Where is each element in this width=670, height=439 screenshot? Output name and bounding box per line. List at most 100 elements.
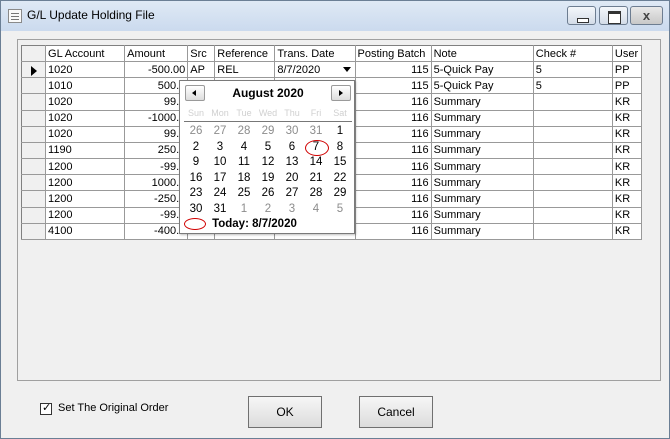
- cell-check-number[interactable]: [533, 93, 613, 111]
- calendar-day[interactable]: 1: [328, 124, 352, 140]
- cell-check-number[interactable]: [533, 190, 613, 208]
- cell-user[interactable]: KR: [612, 110, 643, 127]
- cell-note[interactable]: 5-Quick Pay: [431, 61, 534, 79]
- cell-posting-batch[interactable]: 116: [355, 174, 432, 192]
- calendar-day[interactable]: 31: [208, 202, 232, 218]
- calendar-day[interactable]: 29: [328, 186, 352, 202]
- next-month-button[interactable]: [331, 85, 351, 101]
- cell-posting-batch[interactable]: 116: [355, 126, 432, 143]
- row-selector[interactable]: [21, 77, 47, 95]
- cell-posting-batch[interactable]: 116: [355, 142, 432, 160]
- calendar-day[interactable]: 9: [184, 155, 208, 171]
- row-selector[interactable]: [21, 142, 47, 160]
- calendar-day[interactable]: 2: [256, 202, 280, 218]
- cell-user[interactable]: KR: [612, 126, 643, 143]
- calendar-day[interactable]: 6: [280, 140, 304, 156]
- cell-posting-batch[interactable]: 116: [355, 223, 432, 241]
- col-header-gl-account[interactable]: GL Account: [45, 45, 126, 62]
- calendar-day[interactable]: 5: [328, 202, 352, 218]
- cell-note[interactable]: Summary: [431, 174, 534, 192]
- calendar-day[interactable]: 16: [184, 171, 208, 187]
- cell-user[interactable]: KR: [612, 158, 643, 176]
- cell-user[interactable]: KR: [612, 93, 643, 111]
- cell-user[interactable]: KR: [612, 174, 643, 192]
- calendar-day-selected[interactable]: 7: [304, 139, 329, 155]
- calendar-day[interactable]: 3: [208, 140, 232, 156]
- cell-gl-account[interactable]: 1020: [45, 126, 126, 143]
- calendar-day[interactable]: 24: [208, 186, 232, 202]
- set-original-order-checkbox[interactable]: [40, 401, 52, 415]
- row-selector[interactable]: [21, 110, 47, 127]
- calendar-day[interactable]: 21: [304, 171, 328, 187]
- cell-posting-batch[interactable]: 116: [355, 110, 432, 127]
- cell-posting-batch[interactable]: 115: [355, 77, 432, 95]
- cell-check-number[interactable]: [533, 142, 613, 160]
- cell-check-number[interactable]: [533, 223, 613, 241]
- date-dropdown-button[interactable]: [341, 63, 353, 76]
- calendar-day[interactable]: 4: [232, 140, 256, 156]
- cell-note[interactable]: Summary: [431, 158, 534, 176]
- table-row[interactable]: 1020 -500.00 AP REL 8/7/2020 115 5-Quick Pay 5 P…: [21, 61, 643, 79]
- calendar-day[interactable]: 31: [304, 124, 328, 140]
- cell-check-number[interactable]: 5: [533, 61, 613, 79]
- prev-month-button[interactable]: [185, 85, 205, 101]
- cell-note[interactable]: Summary: [431, 126, 534, 143]
- cell-posting-batch[interactable]: 116: [355, 190, 432, 208]
- cancel-button[interactable]: Cancel: [359, 396, 433, 428]
- row-selector[interactable]: [21, 61, 47, 79]
- cell-gl-account[interactable]: 1200: [45, 158, 126, 176]
- row-selector[interactable]: [21, 158, 47, 176]
- cell-check-number[interactable]: [533, 158, 613, 176]
- col-header-note[interactable]: Note: [431, 45, 534, 62]
- calendar-day[interactable]: 14: [304, 155, 328, 171]
- row-selector[interactable]: [21, 93, 47, 111]
- cell-gl-account[interactable]: 4100: [45, 223, 126, 241]
- calendar-day[interactable]: 8: [328, 140, 352, 156]
- calendar-day[interactable]: 27: [280, 186, 304, 202]
- cell-check-number[interactable]: [533, 110, 613, 127]
- cell-posting-batch[interactable]: 116: [355, 207, 432, 224]
- col-header-user[interactable]: User: [612, 45, 643, 62]
- calendar-day[interactable]: 2: [184, 140, 208, 156]
- cell-gl-account[interactable]: 1200: [45, 190, 126, 208]
- col-header-check-number[interactable]: Check #: [533, 45, 613, 62]
- cell-reference[interactable]: REL: [214, 61, 276, 79]
- cell-note[interactable]: Summary: [431, 190, 534, 208]
- cell-note[interactable]: Summary: [431, 142, 534, 160]
- cell-gl-account[interactable]: 1200: [45, 174, 126, 192]
- cell-gl-account[interactable]: 1020: [45, 61, 126, 79]
- cell-gl-account[interactable]: 1010: [45, 77, 126, 95]
- cell-user[interactable]: KR: [612, 223, 643, 241]
- calendar-day[interactable]: 20: [280, 171, 304, 187]
- cell-posting-batch[interactable]: 116: [355, 93, 432, 111]
- calendar-day[interactable]: 18: [232, 171, 256, 187]
- calendar-day[interactable]: 11: [232, 155, 256, 171]
- calendar-day[interactable]: 17: [208, 171, 232, 187]
- cell-gl-account[interactable]: 1020: [45, 93, 126, 111]
- row-selector[interactable]: [21, 126, 47, 143]
- calendar-day[interactable]: 4: [304, 202, 328, 218]
- col-header-trans-date[interactable]: Trans. Date: [274, 45, 356, 62]
- calendar-day[interactable]: 26: [184, 124, 208, 140]
- calendar-day[interactable]: 1: [232, 202, 256, 218]
- calendar-day[interactable]: 3: [280, 202, 304, 218]
- cell-posting-batch[interactable]: 116: [355, 158, 432, 176]
- cell-note[interactable]: Summary: [431, 110, 534, 127]
- row-selector[interactable]: [21, 207, 47, 224]
- minimize-button[interactable]: [567, 6, 596, 25]
- calendar-day[interactable]: 28: [232, 124, 256, 140]
- cell-user[interactable]: PP: [612, 61, 643, 79]
- calendar-day[interactable]: 23: [184, 186, 208, 202]
- calendar-day[interactable]: 10: [208, 155, 232, 171]
- calendar-day[interactable]: 15: [328, 155, 352, 171]
- calendar-day[interactable]: 29: [256, 124, 280, 140]
- cell-gl-account[interactable]: 1020: [45, 110, 126, 127]
- calendar-day[interactable]: 13: [280, 155, 304, 171]
- cell-src[interactable]: AP: [187, 61, 216, 79]
- col-header-posting-batch[interactable]: Posting Batch: [355, 45, 432, 62]
- calendar-day[interactable]: 5: [256, 140, 280, 156]
- row-selector[interactable]: [21, 190, 47, 208]
- today-link[interactable]: Today: 8/7/2020: [184, 218, 297, 233]
- cell-user[interactable]: KR: [612, 207, 643, 224]
- calendar-day[interactable]: 27: [208, 124, 232, 140]
